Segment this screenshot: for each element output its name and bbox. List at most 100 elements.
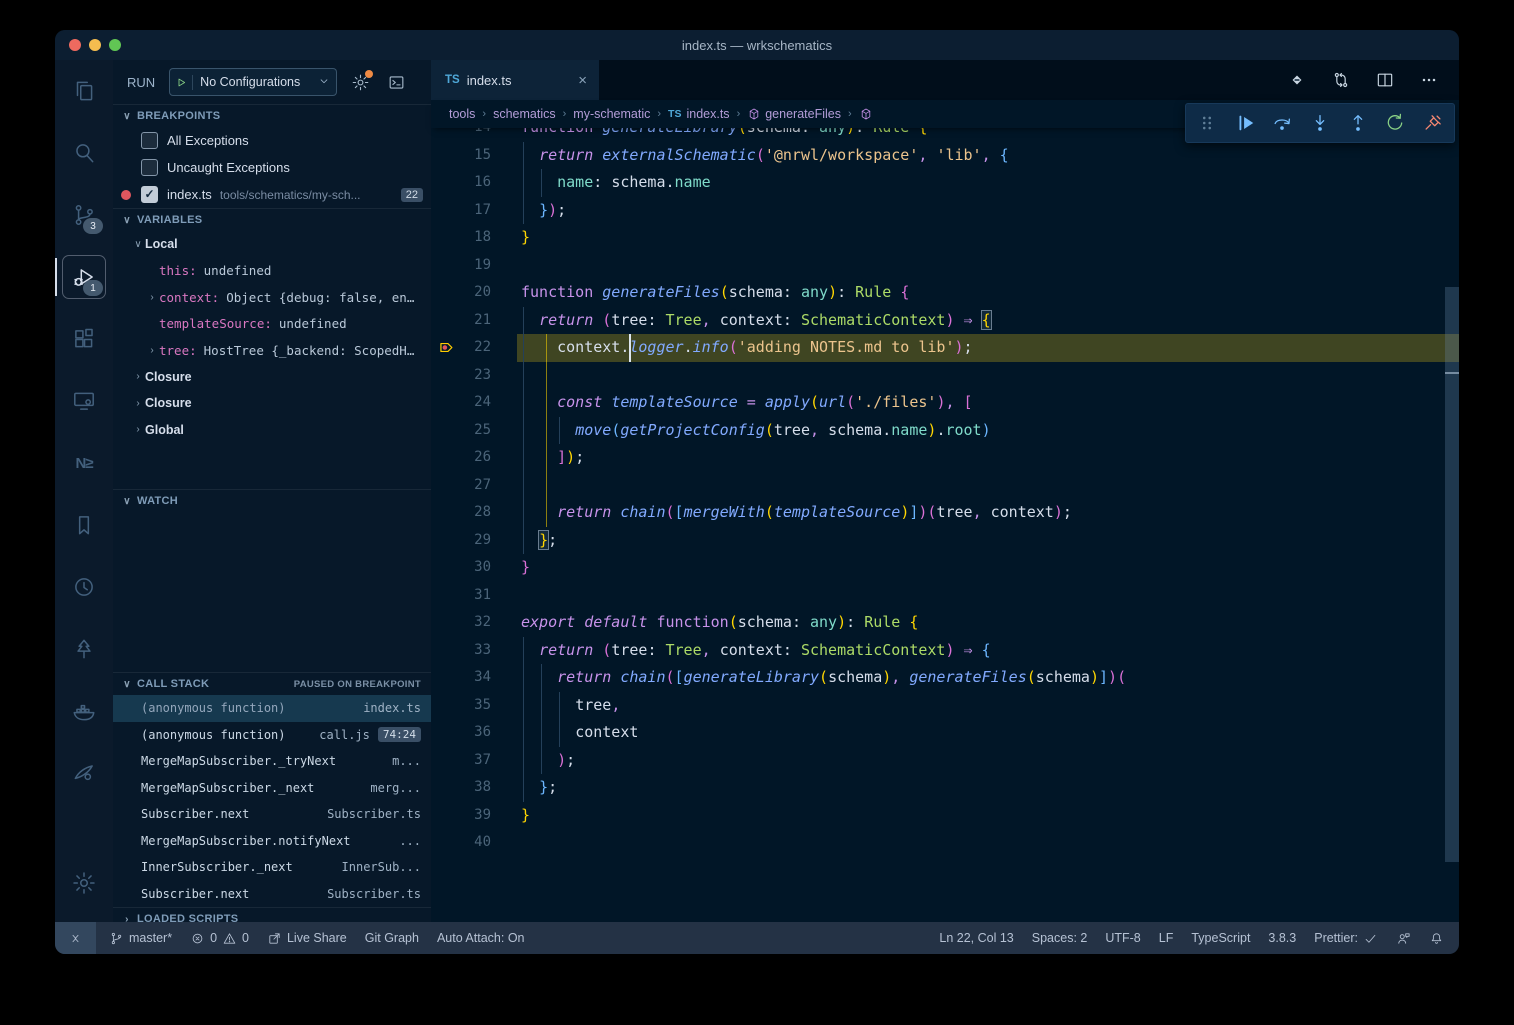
code-line-25[interactable]: 25 move(getProjectConfig(tree, schema.na…	[431, 417, 1459, 445]
breadcrumb-item[interactable]: TSindex.ts	[668, 107, 730, 121]
configure-launch-gear-button[interactable]	[347, 69, 373, 95]
status-problems[interactable]: 00	[181, 922, 258, 954]
call-stack-frame[interactable]: MergeMapSubscriber._tryNextm...	[113, 748, 431, 775]
code-line-40[interactable]: 40	[431, 829, 1459, 857]
code-line-24[interactable]: 24 const templateSource = apply(url('./f…	[431, 389, 1459, 417]
code-line-29[interactable]: 29 };	[431, 527, 1459, 555]
status-eol[interactable]: LF	[1150, 922, 1183, 954]
breakpoint-row[interactable]: Uncaught Exceptions	[113, 154, 431, 181]
section-breakpoints[interactable]: ∨BREAKPOINTS	[113, 104, 431, 127]
compare-changes-button[interactable]	[1331, 70, 1351, 90]
code-line-18[interactable]: 18}	[431, 224, 1459, 252]
code-line-17[interactable]: 17 });	[431, 197, 1459, 225]
continue-button[interactable]	[1232, 110, 1258, 136]
activity-run-debug[interactable]: 1	[55, 246, 113, 308]
code-line-32[interactable]: 32export default function(schema: any): …	[431, 609, 1459, 637]
editor-scrollbar[interactable]	[1445, 100, 1459, 922]
activity-source-control[interactable]: 3	[55, 184, 113, 246]
code-line-19[interactable]: 19	[431, 252, 1459, 280]
call-stack-frame[interactable]: (anonymous function)call.js74:24	[113, 722, 431, 749]
status-encoding[interactable]: UTF-8	[1096, 922, 1149, 954]
debug-console-button[interactable]	[383, 69, 409, 95]
split-editor-button[interactable]	[1375, 70, 1395, 90]
code-line-33[interactable]: 33 return (tree: Tree, context: Schemati…	[431, 637, 1459, 665]
status-language-mode[interactable]: TypeScript	[1182, 922, 1259, 954]
variables-scope-row[interactable]: ›Closure	[113, 364, 431, 391]
status-ts-version[interactable]: 3.8.3	[1259, 922, 1305, 954]
code-line-30[interactable]: 30}	[431, 554, 1459, 582]
status-git-graph[interactable]: Git Graph	[356, 922, 428, 954]
code-line-20[interactable]: 20function generateFiles(schema: any): R…	[431, 279, 1459, 307]
activity-explorer[interactable]	[55, 60, 113, 122]
breadcrumb-item[interactable]: tools	[449, 107, 475, 121]
code-line-38[interactable]: 38 };	[431, 774, 1459, 802]
variable-row[interactable]: ›tree:HostTree {_backend: ScopedH…	[113, 337, 431, 364]
breakpoint-checkbox[interactable]	[141, 132, 158, 149]
code-line-28[interactable]: 28 return chain([mergeWith(templateSourc…	[431, 499, 1459, 527]
variable-row[interactable]: templateSource:undefined	[113, 311, 431, 338]
code-line-27[interactable]: 27	[431, 472, 1459, 500]
title-bar[interactable]: index.ts — wrkschematics	[55, 30, 1459, 60]
variables-scope-row[interactable]: ∨Local	[113, 231, 431, 258]
code-editor[interactable]: 14function generateLibrary(schema: any):…	[431, 100, 1459, 922]
status-remote-indicator[interactable]	[55, 922, 96, 954]
status-cursor-position[interactable]: Ln 22, Col 13	[930, 922, 1022, 954]
code-line-31[interactable]: 31	[431, 582, 1459, 610]
code-line-39[interactable]: 39}	[431, 802, 1459, 830]
activity-todo-tree[interactable]	[55, 618, 113, 680]
breakpoint-checkbox[interactable]	[141, 159, 158, 176]
tab-index-ts[interactable]: TS index.ts ×	[431, 60, 599, 100]
status-auto-attach[interactable]: Auto Attach: On	[428, 922, 534, 954]
variables-scope-row[interactable]: ›Global	[113, 417, 431, 444]
breakpoint-row[interactable]: All Exceptions	[113, 127, 431, 154]
variables-scope-row[interactable]: ›Closure	[113, 390, 431, 417]
section-watch[interactable]: ∨WATCH	[113, 489, 431, 512]
step-over-button[interactable]	[1269, 110, 1295, 136]
code-line-23[interactable]: 23	[431, 362, 1459, 390]
breadcrumb-item[interactable]	[859, 107, 877, 121]
variable-row[interactable]: ›context:Object {debug: false, en…	[113, 284, 431, 311]
code-line-21[interactable]: 21 return (tree: Tree, context: Schemati…	[431, 307, 1459, 335]
activity-settings[interactable]	[55, 852, 113, 914]
disconnect-button[interactable]	[1420, 110, 1446, 136]
activity-deploy[interactable]	[55, 742, 113, 804]
breadcrumb-item[interactable]: schematics	[493, 107, 556, 121]
code-line-34[interactable]: 34 return chain([generateLibrary(schema)…	[431, 664, 1459, 692]
activity-nx-console[interactable]: N≥	[55, 432, 113, 494]
call-stack-frame[interactable]: (anonymous function)index.ts	[113, 695, 431, 722]
status-feedback[interactable]	[1387, 922, 1420, 954]
close-window-button[interactable]	[69, 39, 81, 51]
call-stack-frame[interactable]: MergeMapSubscriber._nextmerg...	[113, 775, 431, 802]
minimize-window-button[interactable]	[89, 39, 101, 51]
activity-gitlens[interactable]	[55, 556, 113, 618]
code-line-22[interactable]: 22 context.logger.info('adding NOTES.md …	[431, 334, 1459, 362]
breadcrumb-item[interactable]: generateFiles	[747, 107, 841, 121]
code-line-15[interactable]: 15 return externalSchematic('@nrwl/works…	[431, 142, 1459, 170]
call-stack-frame[interactable]: Subscriber.nextSubscriber.ts	[113, 801, 431, 828]
open-changes-button[interactable]	[1287, 70, 1307, 90]
activity-remote-explorer[interactable]	[55, 370, 113, 432]
activity-extensions[interactable]	[55, 308, 113, 370]
drag-grip-button[interactable]	[1194, 110, 1220, 136]
step-out-button[interactable]	[1345, 110, 1371, 136]
breakpoint-row[interactable]: ✓index.tstools/schematics/my-sch...22	[113, 181, 431, 208]
code-line-37[interactable]: 37 );	[431, 747, 1459, 775]
call-stack-frame[interactable]: Subscriber.nextSubscriber.ts	[113, 881, 431, 908]
breakpoint-checkbox[interactable]: ✓	[141, 186, 158, 203]
activity-search[interactable]	[55, 122, 113, 184]
status-notifications[interactable]	[1420, 922, 1453, 954]
variable-row[interactable]: this:undefined	[113, 258, 431, 285]
status-git-branch[interactable]: master*	[100, 922, 181, 954]
launch-config-dropdown[interactable]: No Configurations	[169, 68, 337, 96]
code-line-36[interactable]: 36 context	[431, 719, 1459, 747]
close-tab-icon[interactable]: ×	[576, 72, 589, 89]
code-line-35[interactable]: 35 tree,	[431, 692, 1459, 720]
activity-docker[interactable]	[55, 680, 113, 742]
restart-button[interactable]	[1382, 110, 1408, 136]
zoom-window-button[interactable]	[109, 39, 121, 51]
section-variables[interactable]: ∨VARIABLES	[113, 208, 431, 231]
call-stack-frame[interactable]: InnerSubscriber._nextInnerSub...	[113, 854, 431, 881]
section-call-stack[interactable]: ∨CALL STACKPAUSED ON BREAKPOINT	[113, 672, 431, 695]
step-into-button[interactable]	[1307, 110, 1333, 136]
code-line-26[interactable]: 26 ]);	[431, 444, 1459, 472]
